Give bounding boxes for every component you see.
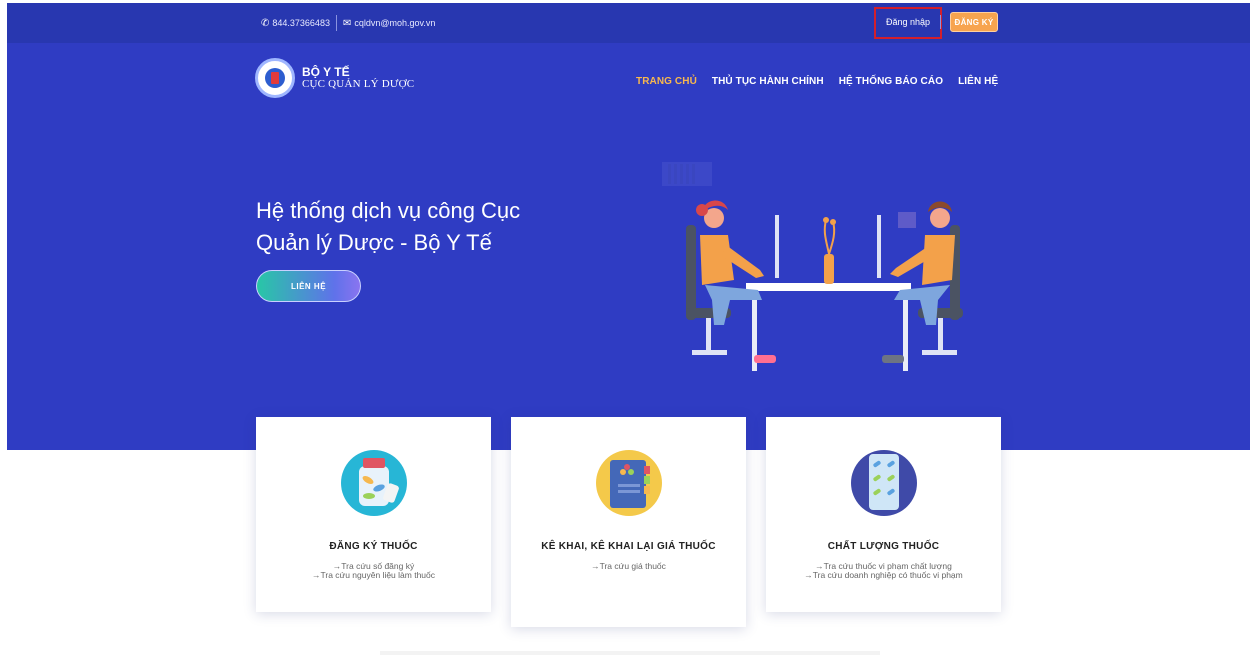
office-workers-illustration	[662, 162, 963, 371]
nav-item-procedures[interactable]: THỦ TỤC HÀNH CHÍNH	[712, 76, 824, 87]
card-title: ĐĂNG KÝ THUỐC	[329, 541, 418, 552]
phone-icon: ✆	[261, 17, 270, 29]
card-link-raw-materials[interactable]: →Tra cứu nguyên liệu làm thuốc	[256, 571, 491, 580]
footer-divider	[380, 651, 880, 655]
logo-subtitle: CỤC QUẢN LÝ DƯỢC	[302, 78, 415, 90]
pill-blister-icon	[851, 450, 917, 516]
top-bar	[7, 3, 1250, 43]
hero-title-line2: Quản lý Dược - Bộ Y Tế	[256, 230, 492, 255]
hero-title-line1: Hệ thống dịch vụ công Cục	[256, 198, 521, 223]
register-button[interactable]: ĐĂNG KÝ	[950, 12, 998, 32]
main-nav: TRANG CHỦ THỦ TỤC HÀNH CHÍNH HỆ THỐNG BÁ…	[636, 76, 998, 87]
pill-bottle-icon	[341, 450, 407, 516]
hero-section	[7, 43, 1250, 450]
card-title: CHẤT LƯỢNG THUỐC	[827, 541, 940, 552]
ministry-emblem-icon	[255, 58, 295, 98]
logo-title: BỘ Y TẾ	[302, 65, 350, 79]
card-link-violating-companies[interactable]: →Tra cứu doanh nghiệp có thuốc vi phạm	[766, 571, 1001, 580]
price-book-icon	[596, 450, 662, 516]
site-logo[interactable]: BỘ Y TẾ CỤC QUẢN LÝ DƯỢC	[255, 58, 414, 98]
card-drug-registration[interactable]: ĐĂNG KÝ THUỐC →Tra cứu số đăng ký →Tra c…	[256, 417, 491, 612]
topbar-divider	[940, 15, 941, 29]
nav-item-reports[interactable]: HỆ THỐNG BÁO CÁO	[839, 76, 943, 87]
login-link[interactable]: Đăng nhập	[886, 17, 930, 27]
contact-divider	[335, 15, 337, 31]
contact-button[interactable]: LIÊN HỆ	[256, 270, 361, 302]
card-drug-price-declaration[interactable]: KÊ KHAI, KÊ KHAI LẠI GIÁ THUỐC →Tra cứu …	[511, 417, 746, 627]
email-address[interactable]: cqldvn@moh.gov.vn	[354, 18, 435, 28]
contact-info: ✆ 844.37366483 ✉ cqldvn@moh.gov.vn	[261, 15, 435, 31]
nav-item-contact[interactable]: LIÊN HỆ	[958, 76, 998, 87]
mail-icon: ✉	[342, 17, 352, 29]
card-link-price-lookup[interactable]: →Tra cứu giá thuốc	[511, 562, 746, 571]
card-title: KÊ KHAI, KÊ KHAI LẠI GIÁ THUỐC	[541, 541, 716, 552]
card-drug-quality[interactable]: CHẤT LƯỢNG THUỐC →Tra cứu thuốc vi phạm …	[766, 417, 1001, 612]
phone-number: 844.37366483	[272, 18, 330, 28]
nav-item-home[interactable]: TRANG CHỦ	[636, 76, 697, 87]
hero-title: Hệ thống dịch vụ công Cục Quản lý Dược -…	[256, 195, 596, 259]
